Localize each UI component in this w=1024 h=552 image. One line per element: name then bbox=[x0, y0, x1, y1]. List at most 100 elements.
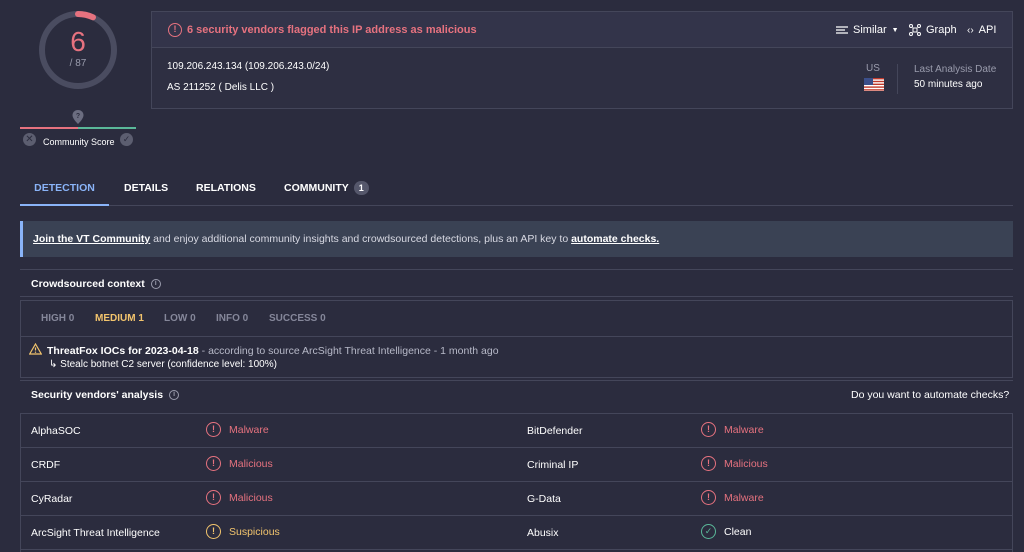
ioc-entry-title: ThreatFox IOCs for 2023-04-18 - accordin… bbox=[47, 345, 499, 357]
banner-middle-text: and enjoy additional community insights … bbox=[150, 233, 572, 245]
tab-detection[interactable]: DETECTION bbox=[20, 172, 109, 206]
warning-circle-icon: ! bbox=[206, 524, 221, 539]
vendor-result: ! Malicious bbox=[206, 490, 273, 505]
table-row: CyRadar ! Malicious G-Data ! Malware bbox=[21, 482, 1012, 516]
vendor-name: AlphaSOC bbox=[31, 425, 81, 437]
alert-circle-icon: ! bbox=[206, 456, 221, 471]
automate-checks-link[interactable]: automate checks. bbox=[571, 233, 659, 245]
result-label: Malware bbox=[229, 423, 269, 436]
result-label: Malware bbox=[724, 491, 764, 504]
info-icon[interactable]: i bbox=[150, 279, 161, 289]
detection-total: / 87 bbox=[69, 58, 87, 69]
tab-bar: DETECTION DETAILS RELATIONS COMMUNITY 1 bbox=[20, 172, 1013, 206]
alert-band: ! 6 security vendors flagged this IP add… bbox=[152, 12, 1012, 48]
vendor-result: ! Malware bbox=[206, 422, 269, 437]
vendor-name: CRDF bbox=[31, 459, 61, 471]
community-score-bar bbox=[20, 127, 136, 129]
vendors-title: Security vendors' analysis bbox=[31, 389, 164, 401]
vendor-name: ArcSight Threat Intelligence bbox=[31, 527, 160, 539]
as-owner: AS 211252 ( Delis LLC ) bbox=[167, 82, 275, 93]
similar-icon bbox=[836, 26, 848, 34]
alert-circle-icon: ! bbox=[701, 422, 716, 437]
severity-filters: HIGH 0 MEDIUM 1 LOW 0 INFO 0 SUCCESS 0 bbox=[21, 301, 1012, 337]
ioc-name: ThreatFox IOCs for 2023-04-18 bbox=[47, 345, 199, 357]
us-flag-icon bbox=[864, 78, 884, 91]
result-label: Suspicious bbox=[229, 525, 280, 538]
graph-button[interactable]: Graph bbox=[909, 24, 957, 36]
vendor-name: BitDefender bbox=[527, 425, 583, 437]
api-label: API bbox=[978, 24, 997, 36]
vendor-result: ✓ Clean bbox=[701, 524, 751, 539]
vendor-result: ! Malware bbox=[701, 422, 764, 437]
last-analysis-value: 50 minutes ago bbox=[914, 79, 983, 90]
detection-count: 6 bbox=[70, 26, 86, 57]
graph-label: Graph bbox=[926, 24, 957, 36]
filter-high[interactable]: HIGH 0 bbox=[41, 313, 74, 324]
tab-relations[interactable]: RELATIONS bbox=[196, 172, 256, 206]
info-icon[interactable]: i bbox=[169, 390, 180, 400]
warning-triangle-icon bbox=[29, 343, 42, 355]
similar-label: Similar bbox=[853, 24, 887, 36]
api-button[interactable]: ‹› API bbox=[967, 24, 996, 36]
crowdsourced-title: Crowdsourced context bbox=[31, 278, 145, 290]
filter-low[interactable]: LOW 0 bbox=[164, 313, 196, 324]
ioc-detail: ↳ Stealc botnet C2 server (confidence le… bbox=[49, 359, 277, 370]
vendor-table: AlphaSOC ! Malware BitDefender ! Malware… bbox=[20, 413, 1013, 552]
vendor-result: ! Malware bbox=[701, 490, 764, 505]
tab-label: COMMUNITY bbox=[284, 182, 349, 194]
code-icon: ‹› bbox=[967, 24, 974, 36]
tab-community[interactable]: COMMUNITY 1 bbox=[284, 172, 369, 206]
tab-label: DETECTION bbox=[34, 182, 95, 194]
divider bbox=[897, 64, 898, 94]
result-label: Malicious bbox=[229, 457, 273, 470]
table-row: AlphaSOC ! Malware BitDefender ! Malware bbox=[21, 414, 1012, 448]
community-score-label: Community Score bbox=[43, 137, 115, 147]
alert-circle-icon: ! bbox=[168, 23, 182, 37]
last-analysis-label: Last Analysis Date bbox=[914, 64, 997, 75]
tab-label: DETAILS bbox=[124, 182, 169, 194]
result-label: Malware bbox=[724, 423, 764, 436]
table-row: ArcSight Threat Intelligence ! Suspiciou… bbox=[21, 516, 1012, 550]
svg-text:?: ? bbox=[76, 113, 80, 120]
automate-checks-prompt[interactable]: Do you want to automate checks? bbox=[851, 389, 1009, 401]
chevron-down-icon: ▼ bbox=[891, 26, 899, 34]
graph-icon bbox=[909, 24, 921, 36]
vendor-result: ! Suspicious bbox=[206, 524, 280, 539]
divider bbox=[20, 296, 1013, 297]
table-row: CRDF ! Malicious Criminal IP ! Malicious bbox=[21, 448, 1012, 482]
vendor-result: ! Malicious bbox=[701, 456, 768, 471]
ioc-source: - according to source ArcSight Threat In… bbox=[198, 345, 499, 357]
vendor-name: Abusix bbox=[527, 527, 559, 539]
similar-button[interactable]: Similar ▼ bbox=[836, 24, 899, 36]
filter-info[interactable]: INFO 0 bbox=[216, 313, 248, 324]
alert-circle-icon: ! bbox=[701, 456, 716, 471]
result-label: Clean bbox=[724, 525, 752, 538]
tab-details[interactable]: DETAILS bbox=[124, 172, 168, 206]
tab-label: RELATIONS bbox=[196, 182, 256, 194]
vendors-heading: Security vendors' analysis i bbox=[31, 389, 180, 401]
filter-success[interactable]: SUCCESS 0 bbox=[269, 313, 326, 324]
country-code: US bbox=[866, 63, 880, 74]
banner-text: Join the VT Community and enjoy addition… bbox=[33, 233, 659, 245]
community-count-badge: 1 bbox=[353, 181, 369, 196]
alert-circle-icon: ! bbox=[206, 422, 221, 437]
join-community-link[interactable]: Join the VT Community bbox=[33, 233, 150, 245]
alert-circle-icon: ! bbox=[701, 490, 716, 505]
map-pin-icon: ? bbox=[72, 110, 84, 124]
vote-harmless-icon[interactable]: ✓ bbox=[120, 133, 133, 146]
vote-malicious-icon[interactable]: ✕ bbox=[23, 133, 36, 146]
crowdsourced-panel: HIGH 0 MEDIUM 1 LOW 0 INFO 0 SUCCESS 0 T… bbox=[20, 300, 1013, 378]
crowdsourced-context-heading: Crowdsourced context i bbox=[31, 278, 161, 290]
result-label: Malicious bbox=[229, 491, 273, 504]
result-label: Malicious bbox=[724, 457, 768, 470]
vendor-result: ! Malicious bbox=[206, 456, 273, 471]
vendor-name: CyRadar bbox=[31, 493, 73, 505]
malicious-alert-text: 6 security vendors flagged this IP addre… bbox=[187, 24, 477, 36]
vendor-name: Criminal IP bbox=[527, 459, 579, 471]
alert-circle-icon: ! bbox=[206, 490, 221, 505]
community-banner: Join the VT Community and enjoy addition… bbox=[20, 221, 1013, 257]
divider bbox=[20, 380, 1013, 381]
filter-medium[interactable]: MEDIUM 1 bbox=[95, 313, 144, 324]
divider bbox=[20, 269, 1013, 270]
check-circle-icon: ✓ bbox=[701, 524, 716, 539]
